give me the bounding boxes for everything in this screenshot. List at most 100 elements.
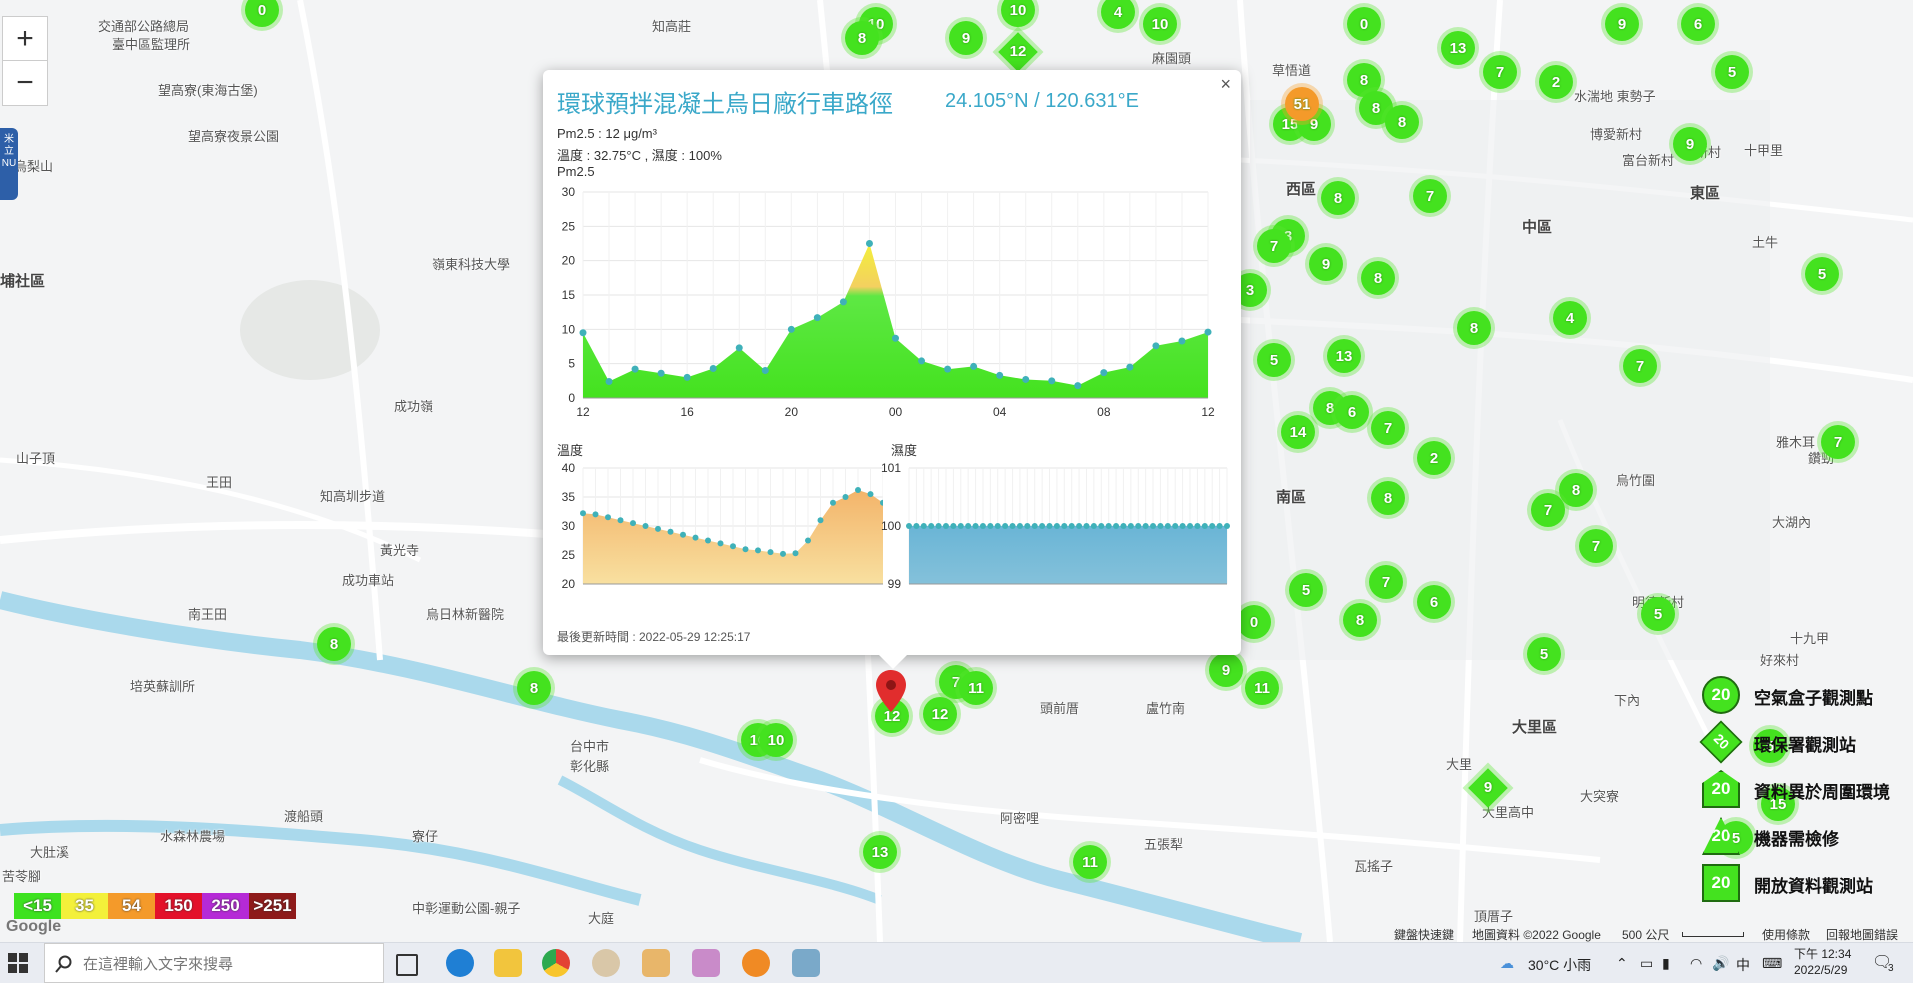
y-tick-label: 40 (562, 461, 576, 475)
place-label: 阿密哩 (1000, 811, 1040, 826)
airbox-station-marker[interactable]: 6 (1417, 585, 1451, 619)
blender-icon[interactable] (742, 949, 770, 977)
airbox-station-marker[interactable]: 8 (1559, 473, 1593, 507)
airbox-station-marker[interactable]: 10 (1143, 7, 1177, 41)
airbox-station-marker[interactable]: 13 (1327, 339, 1361, 373)
report-map-error-link[interactable]: 回報地圖錯誤 (1826, 926, 1898, 942)
map-canvas[interactable]: 交通部公路總局 臺中區監理所 望高寮(東海古堡) 望高寮夜景公園 知高莊 麻園頭 草悟道 水湍… (0, 0, 1913, 942)
chrome-browser-icon[interactable] (542, 949, 570, 977)
airbox-station-marker[interactable]: 0 (1347, 7, 1381, 41)
airbox-station-marker[interactable]: 13 (1441, 31, 1475, 65)
airbox-station-marker[interactable]: 9 (1673, 127, 1707, 161)
edge-browser-icon[interactable] (446, 949, 474, 977)
airbox-station-marker[interactable]: 11 (959, 671, 993, 705)
airbox-station-marker[interactable]: 9 (1209, 653, 1243, 687)
airbox-station-marker[interactable]: 5 (1289, 573, 1323, 607)
keyboard-icon[interactable]: ⌨ (1762, 955, 1782, 972)
airbox-station-marker[interactable]: 8 (317, 627, 351, 661)
airbox-station-marker[interactable]: 7 (1369, 565, 1403, 599)
airbox-station-marker[interactable]: 8 (1385, 105, 1419, 139)
app-paint-icon[interactable] (692, 949, 720, 977)
airbox-station-marker[interactable]: 7 (1821, 425, 1855, 459)
close-icon[interactable]: × (1220, 74, 1231, 95)
airbox-station-marker[interactable]: 6 (1335, 395, 1369, 429)
airbox-station-marker[interactable]: 7 (1257, 229, 1291, 263)
humidity-chart: 99 100 101 (881, 461, 1230, 591)
ime-indicator[interactable]: 中 (1736, 955, 1750, 975)
airbox-station-marker[interactable]: 11 (1073, 845, 1107, 879)
zoom-in-button[interactable]: + (2, 16, 48, 62)
app-window-icon[interactable] (792, 949, 820, 977)
airbox-station-marker[interactable]: 7 (1413, 179, 1447, 213)
scale-bar (1682, 932, 1744, 937)
battery-icon[interactable]: ▮ (1662, 955, 1670, 972)
epa-station-marker[interactable]: 12 (998, 32, 1038, 72)
airbox-station-marker[interactable]: 7 (1623, 349, 1657, 383)
location-pin-icon[interactable] (876, 670, 906, 712)
epa-station-marker[interactable]: 9 (1468, 768, 1508, 808)
place-label: 黃光寺 (380, 543, 420, 558)
pm25-reading: Pm2.5 : 12 μg/m³ (557, 126, 657, 141)
airbox-station-marker[interactable]: 7 (1579, 529, 1613, 563)
airbox-station-marker[interactable]: 2 (1417, 441, 1451, 475)
last-updated: 最後更新時間 : 2022-05-29 12:25:17 (557, 630, 751, 644)
airbox-station-marker[interactable]: 8 (1457, 311, 1491, 345)
data-point (979, 523, 986, 529)
airbox-station-marker[interactable]: 0 (1237, 605, 1271, 639)
airbox-station-marker[interactable]: 5 (1805, 257, 1839, 291)
task-view-icon[interactable] (396, 954, 418, 976)
airbox-station-marker[interactable]: 8 (1361, 261, 1395, 295)
place-label: 草悟道 (1272, 63, 1312, 78)
clock-date[interactable]: 2022/5/29 (1794, 963, 1847, 977)
windows-start-icon[interactable] (8, 953, 28, 973)
airbox-station-marker[interactable]: 7 (1531, 493, 1565, 527)
airbox-station-marker[interactable]: 11 (1245, 671, 1279, 705)
wifi-icon[interactable]: ◠ (1690, 955, 1702, 972)
pm25-chart-label: Pm2.5 (557, 164, 595, 179)
airbox-station-marker[interactable]: 7 (1483, 55, 1517, 89)
airbox-station-marker[interactable]: 5 (1527, 637, 1561, 671)
airbox-station-marker[interactable]: 8 (1371, 481, 1405, 515)
airbox-station-marker[interactable]: 2 (1539, 65, 1573, 99)
aqi-legend-swatch: <15 (14, 893, 61, 919)
airbox-station-marker[interactable]: 7 (1371, 411, 1405, 445)
airbox-station-marker[interactable]: 8 (1321, 181, 1355, 215)
keyboard-shortcuts-link[interactable]: 鍵盤快速鍵 (1394, 926, 1454, 942)
taskbar-search-box[interactable] (44, 943, 384, 983)
zoom-out-button[interactable]: − (2, 60, 48, 106)
data-point (1031, 523, 1038, 529)
data-point (842, 494, 849, 500)
airbox-station-marker[interactable]: 10 (759, 723, 793, 757)
chevron-up-icon[interactable]: ⌃ (1616, 955, 1628, 972)
airbox-station-marker[interactable]: 5 (1641, 597, 1675, 631)
side-panel-tab[interactable]: 米立NU (0, 128, 18, 200)
airbox-station-marker[interactable]: 9 (1309, 247, 1343, 281)
airbox-station-marker[interactable]: 8 (517, 671, 551, 705)
data-point (1157, 523, 1164, 529)
airbox-station-marker[interactable]: 8 (1343, 603, 1377, 637)
weather-text[interactable]: 30°C 小雨 (1528, 955, 1591, 975)
airbox-station-marker[interactable]: 14 (1281, 415, 1315, 449)
area-series (909, 526, 1227, 584)
place-label: 下內 (1614, 693, 1641, 708)
device-icon[interactable]: ▭ (1640, 955, 1653, 972)
airbox-station-marker[interactable]: 5 (1257, 343, 1291, 377)
data-point (1126, 363, 1134, 371)
airbox-station-marker[interactable]: 8 (845, 21, 879, 55)
airbox-station-marker[interactable]: 6 (1681, 7, 1715, 41)
airbox-station-marker[interactable]: 9 (949, 21, 983, 55)
app-bird-icon[interactable] (642, 949, 670, 977)
airbox-station-marker[interactable]: 4 (1553, 301, 1587, 335)
airbox-station-marker[interactable]: 12 (923, 697, 957, 731)
airbox-station-marker[interactable]: 5 (1715, 55, 1749, 89)
airbox-station-marker-moderate[interactable]: 51 (1285, 87, 1319, 121)
clock-time[interactable]: 下午 12:34 (1794, 945, 1851, 962)
airbox-station-marker[interactable]: 9 (1605, 7, 1639, 41)
legend-label: 環保署觀測站 (1754, 736, 1856, 755)
airbox-station-marker[interactable]: 13 (863, 835, 897, 869)
file-explorer-icon[interactable] (494, 949, 522, 977)
volume-icon[interactable]: 🔊 (1712, 955, 1729, 972)
search-input[interactable] (81, 952, 375, 976)
app-compass-icon[interactable] (592, 949, 620, 977)
terms-link[interactable]: 使用條款 (1762, 926, 1810, 942)
